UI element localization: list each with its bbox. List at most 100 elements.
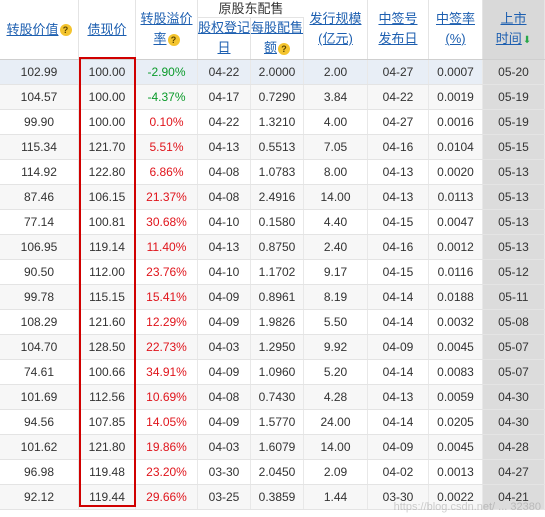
cell-lottery-date: 04-27 — [368, 60, 429, 84]
column-header-label: 发行规模 — [309, 11, 362, 26]
cell-stock-price: 92.12 — [0, 485, 79, 509]
question-icon[interactable]: ? — [278, 42, 290, 55]
cell-lottery-date: 04-13 — [368, 385, 429, 409]
cell-per-share: 1.3210 — [251, 110, 304, 134]
cell-lottery-date: 04-15 — [368, 210, 429, 234]
cell-stock-price: 77.14 — [0, 210, 79, 234]
cell-lottery-rate: 0.0205 — [429, 410, 483, 434]
table-row[interactable]: 87.46 106.15 21.37% 04-08 2.4916 14.00 04-13 0.… — [0, 185, 545, 210]
table-row[interactable]: 90.50 112.00 23.76% 04-10 1.1702 9.17 04-15 0.0… — [0, 260, 545, 285]
table-row[interactable]: 104.70 128.50 22.73% 04-03 1.2950 9.92 04-09 0.… — [0, 335, 545, 360]
column-header-label: 日 — [217, 40, 231, 55]
sort-down-arrow-icon[interactable]: ⬇ — [523, 35, 531, 46]
column-header-record-date[interactable]: 股权登记日 — [198, 18, 251, 59]
column-header-label: 时间 — [495, 31, 522, 46]
cell-issue-size: 5.20 — [304, 360, 368, 384]
cell-lottery-rate: 0.0045 — [429, 435, 483, 459]
column-header-label: (%) — [445, 31, 466, 46]
column-header-issue-size[interactable]: 发行规模 (亿元) — [304, 0, 368, 59]
table-row[interactable]: 102.99 100.00 -2.90% 04-22 2.0000 2.00 04-27 0.… — [0, 60, 545, 85]
cell-issue-size: 4.40 — [304, 210, 368, 234]
cell-per-share: 0.5513 — [251, 135, 304, 159]
cell-lottery-rate: 0.0012 — [429, 235, 483, 259]
cell-lottery-date: 04-15 — [368, 260, 429, 284]
column-header-label: 中签率 — [435, 11, 475, 26]
table-row[interactable]: 74.61 100.66 34.91% 04-09 1.0960 5.20 04-14 0.0… — [0, 360, 545, 385]
cell-bond-price: 100.81 — [79, 210, 136, 234]
cell-record-date: 04-13 — [198, 135, 251, 159]
table-row[interactable]: 106.95 119.14 11.40% 04-13 0.8750 2.40 04-16 0.… — [0, 235, 545, 260]
cell-lottery-rate: 0.0059 — [429, 385, 483, 409]
cell-premium: -2.90% — [136, 60, 198, 84]
cell-lottery-rate: 0.0047 — [429, 210, 483, 234]
cell-record-date: 04-08 — [198, 185, 251, 209]
column-header-lottery-rate[interactable]: 中签率 (%) — [429, 0, 483, 59]
cell-record-date: 04-17 — [198, 85, 251, 109]
cell-issue-size: 5.50 — [304, 310, 368, 334]
cell-listing-date: 04-30 — [483, 385, 545, 409]
column-header-label: 率 — [153, 31, 167, 46]
cell-bond-price: 122.80 — [79, 160, 136, 184]
column-header-stock-price[interactable]: 转股价值? — [0, 0, 79, 59]
cell-stock-price: 96.98 — [0, 460, 79, 484]
cell-lottery-rate: 0.0104 — [429, 135, 483, 159]
cell-bond-price: 115.15 — [79, 285, 136, 309]
cell-listing-date: 04-28 — [483, 435, 545, 459]
table-row[interactable]: 77.14 100.81 30.68% 04-10 0.1580 4.40 04-15 0.0… — [0, 210, 545, 235]
cell-bond-price: 121.70 — [79, 135, 136, 159]
cell-record-date: 04-09 — [198, 410, 251, 434]
table-row[interactable]: 99.78 115.15 15.41% 04-09 0.8961 8.19 04-14 0.0… — [0, 285, 545, 310]
cell-issue-size: 24.00 — [304, 410, 368, 434]
column-header-label: 发布日 — [378, 31, 418, 46]
cell-issue-size: 8.19 — [304, 285, 368, 309]
column-header-premium[interactable]: 转股溢价率? — [136, 0, 198, 59]
cell-bond-price: 112.00 — [79, 260, 136, 284]
table-row[interactable]: 94.56 107.85 14.05% 04-09 1.5770 24.00 04-14 0.… — [0, 410, 545, 435]
column-header-listing-date[interactable]: 上市时间⬇ — [483, 0, 545, 59]
cell-issue-size: 4.00 — [304, 110, 368, 134]
cell-premium: 19.86% — [136, 435, 198, 459]
cell-issue-size: 2.00 — [304, 60, 368, 84]
cell-premium: 5.51% — [136, 135, 198, 159]
cell-bond-price: 100.00 — [79, 60, 136, 84]
cell-lottery-rate: 0.0019 — [429, 85, 483, 109]
cell-listing-date: 05-13 — [483, 160, 545, 184]
table-row[interactable]: 101.62 121.80 19.86% 04-03 1.6079 14.00 04-09 0… — [0, 435, 545, 460]
cell-lottery-date: 04-27 — [368, 110, 429, 134]
column-header-lottery-date[interactable]: 中签号 发布日 — [368, 0, 429, 59]
cell-per-share: 2.0000 — [251, 60, 304, 84]
table-row[interactable]: 101.69 112.56 10.69% 04-08 0.7430 4.28 04-13 0.… — [0, 385, 545, 410]
question-icon[interactable]: ? — [167, 33, 180, 46]
cell-lottery-date: 04-16 — [368, 235, 429, 259]
cell-lottery-date: 04-13 — [368, 160, 429, 184]
cell-lottery-date: 04-16 — [368, 135, 429, 159]
table-row[interactable]: 108.29 121.60 12.29% 04-09 1.9826 5.50 04-14 0.… — [0, 310, 545, 335]
column-header-bond-price[interactable]: 债现价 — [79, 0, 136, 59]
table-row[interactable]: 104.57 100.00 -4.37% 04-17 0.7290 3.84 04-22 0.… — [0, 85, 545, 110]
question-icon[interactable]: ? — [59, 24, 72, 37]
cell-record-date: 04-09 — [198, 310, 251, 334]
column-header-label: 上市 — [500, 11, 527, 26]
cell-record-date: 04-03 — [198, 335, 251, 359]
cell-listing-date: 04-30 — [483, 410, 545, 434]
cell-premium: 14.05% — [136, 410, 198, 434]
cell-per-share: 2.4916 — [251, 185, 304, 209]
cell-stock-price: 101.69 — [0, 385, 79, 409]
table-row[interactable]: 114.92 122.80 6.86% 04-08 1.0783 8.00 04-13 0.0… — [0, 160, 545, 185]
cell-premium: 30.68% — [136, 210, 198, 234]
cell-lottery-rate: 0.0113 — [429, 185, 483, 209]
cell-bond-price: 107.85 — [79, 410, 136, 434]
table-row[interactable]: 99.90 100.00 0.10% 04-22 1.3210 4.00 04-27 0.00… — [0, 110, 545, 135]
cell-issue-size: 2.40 — [304, 235, 368, 259]
cell-bond-price: 100.66 — [79, 360, 136, 384]
cell-per-share: 1.2950 — [251, 335, 304, 359]
table-row[interactable]: 96.98 119.48 23.20% 03-30 2.0450 2.09 04-02 0.0… — [0, 460, 545, 485]
cell-stock-price: 94.56 — [0, 410, 79, 434]
cell-record-date: 04-08 — [198, 160, 251, 184]
cell-premium: 15.41% — [136, 285, 198, 309]
cell-issue-size: 9.92 — [304, 335, 368, 359]
column-header-label: 债现价 — [87, 21, 127, 37]
cell-lottery-date: 04-14 — [368, 360, 429, 384]
table-row[interactable]: 115.34 121.70 5.51% 04-13 0.5513 7.05 04-16 0.0… — [0, 135, 545, 160]
column-header-per-share[interactable]: 每股配售额? — [251, 18, 304, 59]
